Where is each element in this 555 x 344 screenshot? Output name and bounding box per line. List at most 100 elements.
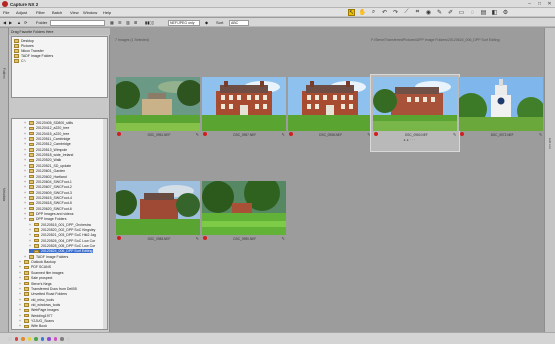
expand-icon[interactable]: +	[19, 303, 22, 307]
tree-folder-item[interactable]: +20120518_wide_Ireland	[24, 153, 73, 157]
tree-folder-item[interactable]: +20120511_Cambridge	[24, 137, 70, 141]
label-filter-icon[interactable]: ◆	[205, 20, 208, 25]
expand-icon[interactable]: +	[24, 121, 27, 125]
tree-folder-item[interactable]: +20120620_SWCFoot-6	[24, 207, 72, 211]
label-color-dot[interactable]	[14, 337, 18, 341]
expand-icon[interactable]: +	[19, 319, 22, 323]
image-thumbnail[interactable]: DSC_0958.NEF ✎	[287, 77, 372, 149]
edit-pen-icon[interactable]: ✎	[281, 236, 284, 241]
menu-batch[interactable]: Batch	[52, 10, 62, 15]
expand-icon[interactable]: +	[29, 249, 32, 253]
menu-help[interactable]: Help	[103, 10, 111, 15]
expand-icon[interactable]: +	[24, 164, 27, 168]
tree-folder-item[interactable]: +20120520_002_DPP SoC Kingsley	[29, 228, 95, 232]
expand-icon[interactable]: +	[19, 324, 22, 328]
hand-tool-icon[interactable]: ✋	[359, 9, 366, 16]
tree-folder-item[interactable]: +20120604_SWCFoot-1	[24, 180, 72, 184]
thumbnail-image[interactable]	[201, 181, 286, 235]
image-thumbnail[interactable]: DSC_0951.NEF ✎	[116, 77, 200, 149]
tree-folder-item[interactable]: + DPP Image Folders	[24, 217, 66, 221]
tree-folder-item[interactable]: + Outlook Backup	[19, 260, 56, 264]
tree-folder-item[interactable]: +20120513_Wimpole	[24, 148, 67, 152]
expand-icon[interactable]: +	[24, 212, 27, 216]
image-thumbnail[interactable]: DSC_0972.NEF ✎	[459, 77, 544, 149]
view-grid-icon[interactable]: ⊞	[134, 20, 137, 25]
expand-icon[interactable]: +	[24, 201, 27, 205]
brush-icon[interactable]: ✐	[447, 9, 454, 16]
image-thumbnail[interactable]: DSC_0983.NEF ✎	[116, 181, 200, 253]
tree-folder-item[interactable]: + Transferred Docs from Dell05	[19, 287, 77, 291]
tree-folder-item[interactable]: + vid_windows_tools	[19, 303, 60, 307]
settings-icon[interactable]: ⚙	[502, 9, 509, 16]
expand-icon[interactable]: +	[24, 132, 27, 136]
close-icon[interactable]: ✕	[546, 1, 553, 7]
expand-icon[interactable]: +	[19, 265, 22, 269]
expand-icon[interactable]: +	[24, 185, 27, 189]
label-color-dot[interactable]	[66, 337, 70, 341]
forward-icon[interactable]: ▶	[9, 20, 12, 25]
expand-icon[interactable]: +	[24, 196, 27, 200]
folders-tab[interactable]: Folders	[2, 68, 6, 79]
crop-icon[interactable]: ⌗	[414, 9, 421, 16]
expand-icon[interactable]: +	[24, 255, 27, 259]
tree-folder-item[interactable]: +20120521_SD_update	[24, 164, 71, 168]
favorite-nikon-transfer[interactable]: Nikon Transfer	[14, 49, 44, 53]
tree-folder-item[interactable]: + Wife Book	[19, 324, 47, 328]
view-list-icon[interactable]: ☰	[118, 20, 122, 25]
expand-icon[interactable]: +	[24, 207, 27, 211]
expand-icon[interactable]: +	[29, 244, 32, 248]
color-picker-icon[interactable]: ✎	[436, 9, 443, 16]
fill-icon[interactable]: ◧	[491, 9, 498, 16]
tree-folder-item[interactable]: +20120615_SWCFoot-4	[24, 196, 72, 200]
expand-icon[interactable]: +	[24, 180, 27, 184]
expand-icon[interactable]: +	[24, 217, 27, 221]
expand-icon[interactable]: +	[29, 239, 32, 243]
tree-folder-item[interactable]: + WebPage Images	[19, 308, 59, 312]
label-color-dot[interactable]	[47, 337, 51, 341]
label-color-dot[interactable]	[40, 337, 44, 341]
tree-folder-item[interactable]: +20120526_004_DPP SoC Low Cor	[29, 239, 95, 243]
tree-folder-item[interactable]: +20120405_SD800_stills	[24, 121, 73, 125]
select-tool-icon[interactable]: ↖	[348, 9, 355, 16]
tree-folder-item[interactable]: + PDF SCANS	[19, 265, 51, 269]
menu-view[interactable]: View	[70, 10, 79, 15]
tree-folder-item[interactable]: + Wedding1977	[19, 314, 53, 318]
thumbnail-image[interactable]	[459, 77, 544, 131]
edit-list-tab[interactable]: Edit List	[548, 138, 552, 149]
straighten-icon[interactable]: ⟋	[403, 9, 410, 16]
expand-icon[interactable]: +	[29, 228, 32, 232]
tree-folder-item[interactable]: + Y2JUG_Scans	[19, 319, 54, 323]
image-thumbnail[interactable]: DSC_0990.NEF ✎	[201, 181, 286, 253]
expand-icon[interactable]: +	[19, 276, 22, 280]
refresh-icon[interactable]: ⟳	[24, 20, 27, 25]
rotate-left-icon[interactable]: ↶	[381, 9, 388, 16]
expand-icon[interactable]: +	[24, 175, 27, 179]
tree-folder-item[interactable]: +20120528_005_DPP SoC Low Cor	[29, 244, 95, 248]
tree-folder-item[interactable]: + TADF Image Folders	[24, 255, 68, 259]
view-thumb-icon[interactable]: ▦	[110, 20, 114, 25]
tree-folder-item[interactable]: + Steve's Negs	[19, 282, 52, 286]
label-color-dot[interactable]	[27, 337, 31, 341]
expand-icon[interactable]: +	[24, 148, 27, 152]
zoom-tool-icon[interactable]: ⌕	[370, 9, 377, 16]
tree-folder-item[interactable]: +20120602_Hartland	[24, 175, 67, 179]
label-color-dot[interactable]	[53, 337, 57, 341]
menu-adjust[interactable]: Adjust	[16, 10, 27, 15]
tree-folder-item[interactable]: +20120624_006_DPP Surf Editing	[29, 249, 93, 254]
menu-window[interactable]: Window	[83, 10, 97, 15]
folder-tree[interactable]: +20120405_SD800_stills +20120412_a220_tre…	[11, 118, 108, 330]
tree-folder-item[interactable]: +20120515_001_DPP_Orchestra	[29, 223, 91, 227]
favorite-pictures[interactable]: Pictures	[14, 44, 34, 48]
edit-pen-icon[interactable]: ✎	[539, 132, 542, 137]
favorite-desktop[interactable]: Desktop	[14, 39, 34, 43]
image-thumbnail[interactable]: DSC_0957.NEF ✎	[201, 77, 286, 149]
tree-folder-item[interactable]: +20120412_a220_tree	[24, 126, 69, 130]
thumbnail-image[interactable]	[116, 77, 200, 131]
tree-folder-item[interactable]: +20120415_a220_tree	[24, 132, 69, 136]
tree-folder-item[interactable]: +20120512_Cambridge	[24, 142, 71, 146]
thumbnail-image[interactable]	[201, 77, 286, 131]
favorite-c-drive[interactable]: C:\	[14, 59, 25, 63]
tree-folder-item[interactable]: + Unvetted Road Folders	[19, 292, 67, 296]
back-icon[interactable]: ◀	[3, 20, 6, 25]
expand-icon[interactable]: +	[19, 287, 22, 291]
